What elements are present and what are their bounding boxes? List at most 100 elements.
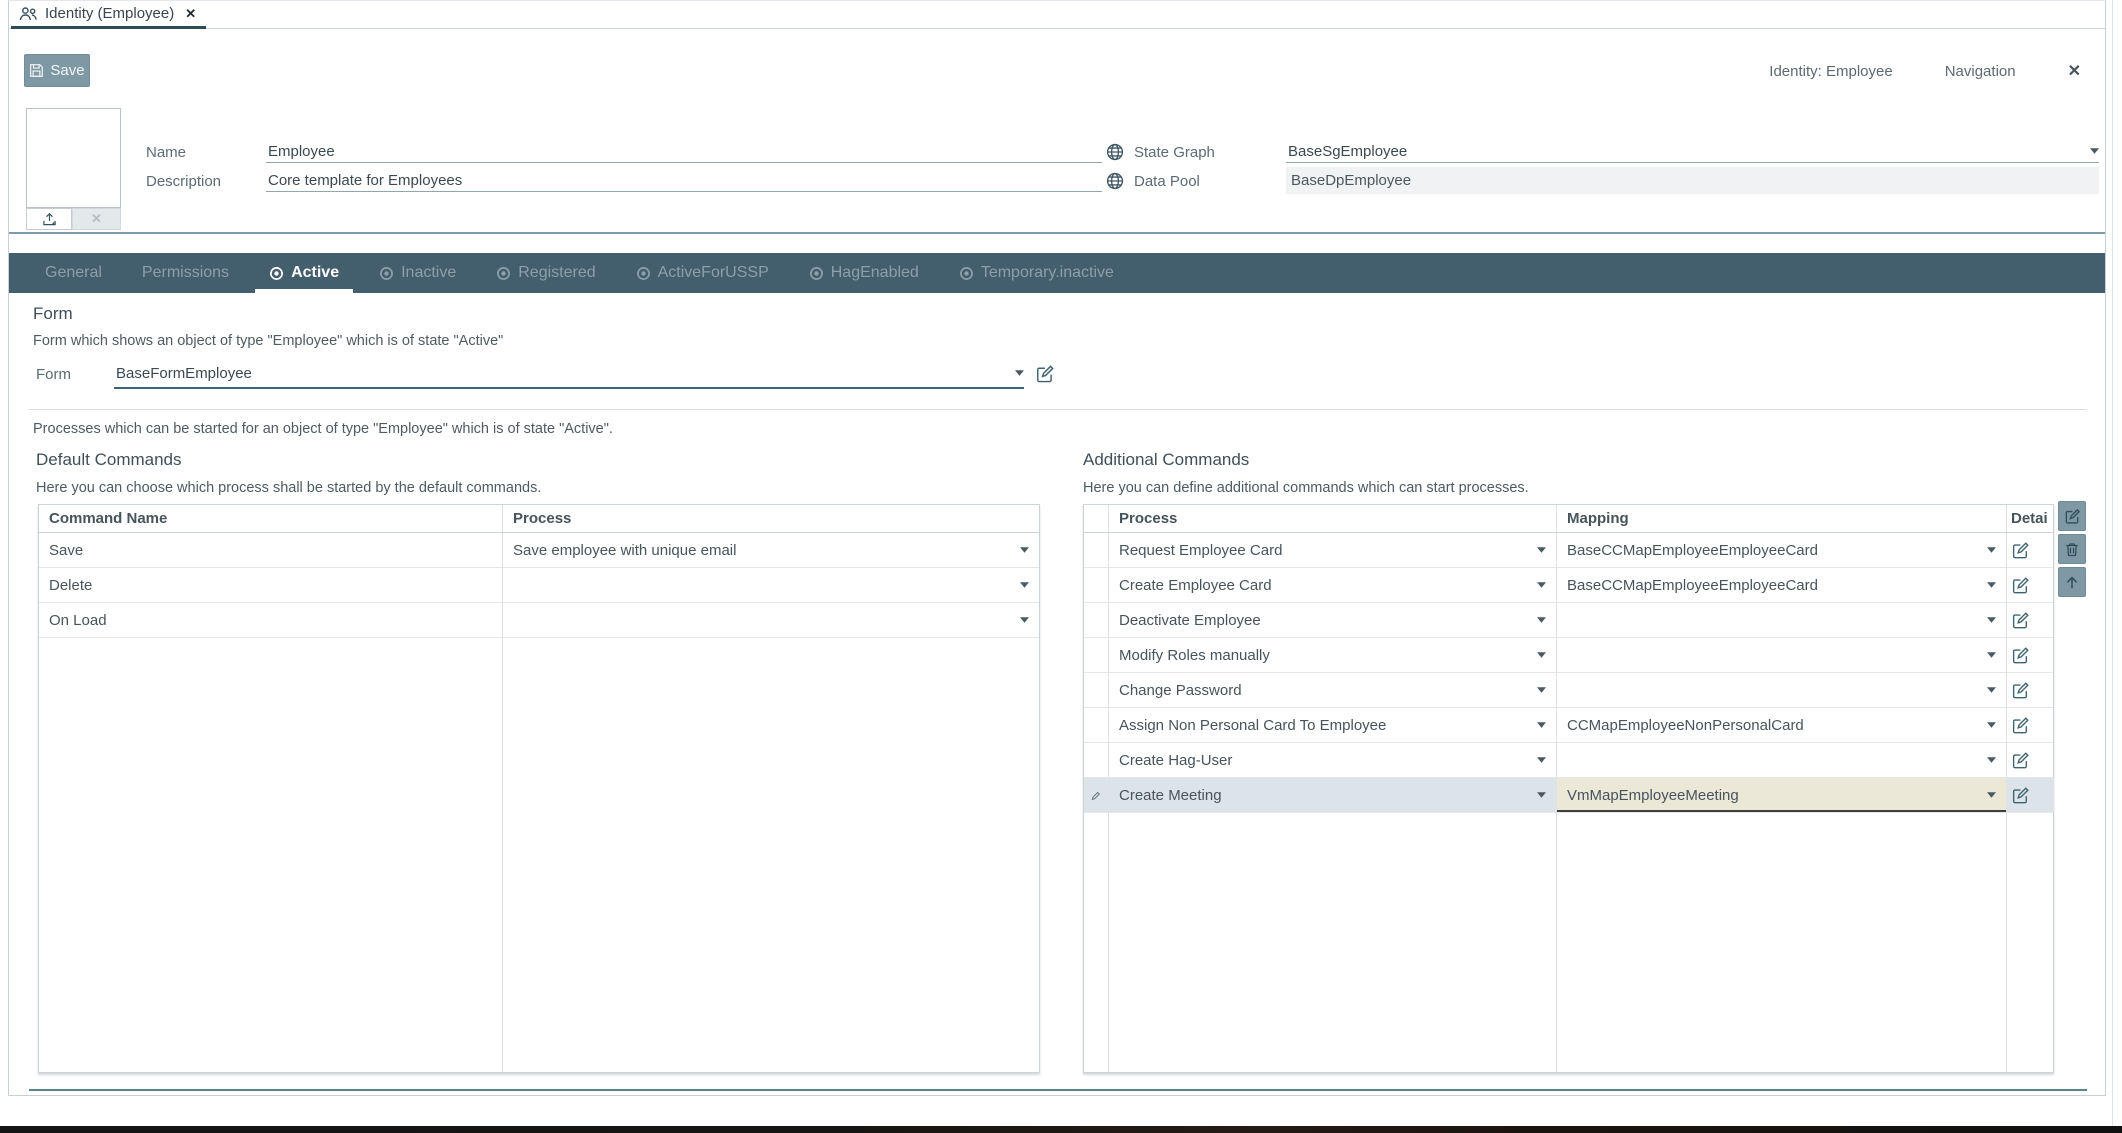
mapping-select-cell[interactable]: BaseCCMapEmployeeEmployeeCard <box>1557 568 2007 602</box>
detail-edit-button[interactable] <box>2011 541 2030 560</box>
document-tab-close-icon[interactable]: ✕ <box>185 6 196 22</box>
caret-down-icon[interactable] <box>1531 547 1546 553</box>
additional-commands-actions <box>2058 501 2086 597</box>
caret-down-icon[interactable] <box>1531 582 1546 588</box>
detail-edit-button[interactable] <box>2011 751 2030 770</box>
mapping-select-cell[interactable]: BaseCCMapEmployeeEmployeeCard <box>1557 533 2007 567</box>
navigation-link[interactable]: Navigation <box>1945 63 2016 80</box>
remove-image-button[interactable]: ✕ <box>72 208 121 230</box>
tab-active[interactable]: Active <box>249 253 359 293</box>
save-icon <box>29 63 44 78</box>
state-graph-select[interactable]: BaseSgEmployee <box>1286 140 2099 163</box>
tab-registered[interactable]: Registered <box>476 253 615 293</box>
identity-breadcrumb-link[interactable]: Identity: Employee <box>1769 63 1892 80</box>
detail-edit-button[interactable] <box>2011 611 2030 630</box>
tab-permissions[interactable]: Permissions <box>122 253 249 293</box>
form-edit-button[interactable] <box>1035 364 1055 384</box>
caret-down-icon[interactable] <box>1981 582 1996 588</box>
mapping-select-cell-editing[interactable]: VmMapEmployeeMeeting <box>1557 778 2007 812</box>
caret-down-icon[interactable] <box>1981 687 1996 693</box>
tab-general[interactable]: General <box>25 253 122 293</box>
caret-down-icon[interactable] <box>1531 617 1546 623</box>
process-select-cell[interactable] <box>503 603 1039 637</box>
mapping-select-cell[interactable] <box>1557 638 2007 672</box>
row-selector-cell[interactable] <box>1084 568 1109 602</box>
process-select-cell[interactable]: Assign Non Personal Card To Employee <box>1109 708 1557 742</box>
process-select-cell[interactable]: Save employee with unique email <box>503 533 1039 567</box>
globe-translate-icon[interactable] <box>1106 172 1124 190</box>
process-select-cell[interactable]: Create Hag-User <box>1109 743 1557 777</box>
globe-translate-icon[interactable] <box>1106 143 1124 161</box>
detail-edit-button[interactable] <box>2011 646 2030 665</box>
row-selector-cell[interactable] <box>1084 743 1109 777</box>
process-select-cell[interactable]: Change Password <box>1109 673 1557 707</box>
delete-command-button[interactable] <box>2058 534 2086 564</box>
edit-icon <box>2011 786 2030 805</box>
row-selector-cell[interactable] <box>1084 708 1109 742</box>
identity-image-placeholder[interactable] <box>26 108 121 208</box>
detail-edit-button[interactable] <box>2011 576 2030 595</box>
process-select-cell[interactable]: Create Meeting <box>1109 778 1557 812</box>
window-close-icon[interactable]: ✕ <box>2068 61 2081 81</box>
process-select-value: Change Password <box>1119 682 1242 699</box>
tab-activeforussp[interactable]: ActiveForUSSP <box>616 253 789 293</box>
command-name-cell[interactable]: On Load <box>39 603 503 637</box>
caret-down-icon[interactable] <box>1531 652 1546 658</box>
command-name-cell[interactable]: Delete <box>39 568 503 602</box>
tab-temporary-inactive[interactable]: Temporary.inactive <box>939 253 1134 293</box>
mapping-select-cell[interactable] <box>1557 603 2007 637</box>
row-selector-cell[interactable] <box>1084 778 1109 812</box>
detail-edit-button[interactable] <box>2011 681 2030 700</box>
command-name-cell[interactable]: Save <box>39 533 503 567</box>
description-label: Description <box>146 173 221 190</box>
description-input[interactable] <box>266 169 1102 192</box>
table-empty-area <box>1084 813 2053 1072</box>
caret-down-icon[interactable] <box>1981 722 1996 728</box>
caret-down-icon[interactable] <box>1531 757 1546 763</box>
additional-commands-table: Process Mapping Detai Request Employee C… <box>1083 504 2054 1073</box>
row-selector-cell[interactable] <box>1084 603 1109 637</box>
upload-image-button[interactable] <box>26 208 72 230</box>
mapping-select-cell[interactable] <box>1557 673 2007 707</box>
process-select-cell[interactable] <box>503 568 1039 602</box>
caret-down-icon[interactable] <box>1531 792 1546 798</box>
mapping-select-cell[interactable]: CCMapEmployeeNonPersonalCard <box>1557 708 2007 742</box>
process-select-cell[interactable]: Modify Roles manually <box>1109 638 1557 672</box>
caret-down-icon[interactable] <box>1981 652 1996 658</box>
save-button[interactable]: Save <box>24 54 90 87</box>
caret-down-icon[interactable] <box>1014 547 1029 553</box>
caret-down-icon[interactable] <box>1531 722 1546 728</box>
detail-edit-button[interactable] <box>2011 716 2030 735</box>
row-selector-cell[interactable] <box>1084 533 1109 567</box>
row-selector-cell[interactable] <box>1084 638 1109 672</box>
add-command-button[interactable] <box>2058 501 2086 531</box>
move-up-button[interactable] <box>2058 567 2086 597</box>
tab-inactive[interactable]: Inactive <box>359 253 476 293</box>
detail-edit-button[interactable] <box>2011 786 2030 805</box>
form-select[interactable]: BaseFormEmployee <box>114 359 1024 389</box>
document-tab-identity-employee[interactable]: Identity (Employee) ✕ <box>11 1 206 29</box>
process-select-cell[interactable]: Request Employee Card <box>1109 533 1557 567</box>
caret-down-icon[interactable] <box>1014 582 1029 588</box>
edit-icon <box>2011 576 2030 595</box>
state-radio-icon <box>269 266 284 281</box>
caret-down-icon[interactable] <box>1981 792 1996 798</box>
caret-down-icon[interactable] <box>1531 687 1546 693</box>
name-input[interactable] <box>266 140 1102 163</box>
process-select-value: Request Employee Card <box>1119 542 1282 559</box>
caret-down-icon[interactable] <box>1981 547 1996 553</box>
edit-icon <box>2011 716 2030 735</box>
edit-icon <box>2011 611 2030 630</box>
mapping-select-cell[interactable] <box>1557 743 2007 777</box>
tab-hagenabled[interactable]: HagEnabled <box>789 253 939 293</box>
process-select-cell[interactable]: Create Employee Card <box>1109 568 1557 602</box>
caret-down-icon[interactable] <box>1014 617 1029 623</box>
caret-down-icon[interactable] <box>1981 617 1996 623</box>
row-selector-cell[interactable] <box>1084 673 1109 707</box>
process-select-cell[interactable]: Deactivate Employee <box>1109 603 1557 637</box>
table-row: Create Employee Card BaseCCMapEmployeeEm… <box>1084 568 2053 603</box>
table-header-row: Command Name Process <box>39 505 1039 533</box>
desktop-edge <box>0 1126 2122 1133</box>
caret-down-icon[interactable] <box>1981 757 1996 763</box>
caret-down-icon <box>1015 370 1024 376</box>
